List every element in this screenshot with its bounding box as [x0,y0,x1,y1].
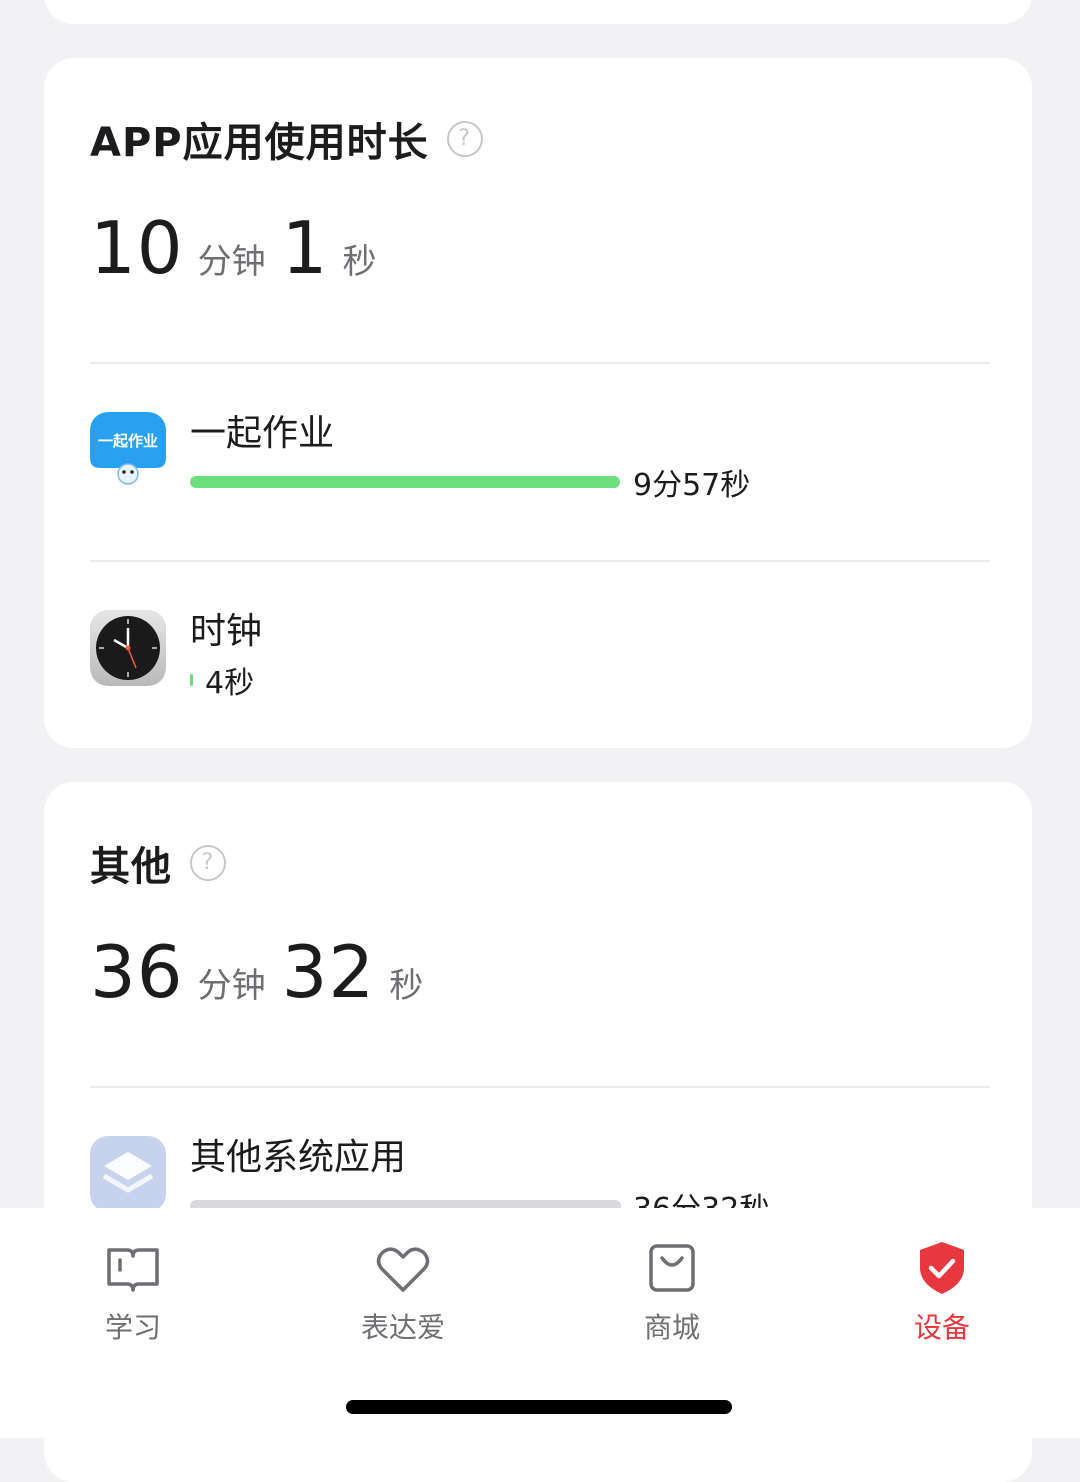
yiqizuoye-app-icon: 一起作业 [90,412,166,488]
app-usage-total-duration: 10 分钟 1 秒 [90,206,392,290]
app-usage-time: 9分57秒 [633,468,751,503]
tab-device[interactable]: 设备 [862,1238,1022,1346]
total-minutes: 36 [90,930,184,1014]
app-name: 一起作业 [190,413,335,454]
app-usage-card: APP应用使用时长 ? 10 分钟 1 秒 一起作业 一起作业 9分57秒 时钟… [44,58,1032,748]
minutes-unit: 分钟 [197,242,266,282]
tab-label: 学习 [104,1311,161,1344]
tab-express-love[interactable]: 表达爱 [323,1238,483,1346]
other-title-text: 其他 [90,844,172,890]
app-usage-title: APP应用使用时长 ? [90,110,483,168]
app-row-yiqizuoye[interactable]: 一起作业 一起作业 9分57秒 [90,412,990,532]
app-name: 其他系统应用 [190,1137,407,1178]
usage-bar-fill [190,674,193,686]
other-total-duration: 36 分钟 32 秒 [90,930,439,1014]
tab-label: 设备 [913,1311,970,1344]
shield-check-icon [920,1242,964,1294]
minutes-unit: 分钟 [197,966,266,1006]
divider [90,362,990,364]
seconds-unit: 秒 [389,966,424,1006]
home-indicator[interactable] [346,1400,732,1414]
clock-app-icon [90,610,166,686]
usage-bar: 4秒 [190,666,254,701]
tab-mall[interactable]: 商城 [592,1238,752,1346]
usage-bar: 9分57秒 [190,468,750,503]
help-icon[interactable]: ? [190,845,226,881]
divider [90,1086,990,1088]
total-seconds: 1 [281,206,329,290]
tab-label: 商城 [643,1311,700,1344]
usage-bar-track [190,476,621,488]
previous-card [44,0,1032,24]
book-icon [107,1248,159,1292]
layers-icon [90,1136,166,1212]
shopping-bag-icon [649,1244,695,1292]
yiqizuoye-icon-text: 一起作业 [97,432,158,450]
usage-bar-track [190,674,193,686]
tab-study[interactable]: 学习 [53,1238,213,1346]
app-usage-title-text: APP应用使用时长 [90,120,429,166]
help-icon[interactable]: ? [446,121,483,157]
divider [90,560,990,562]
seconds-unit: 秒 [342,242,377,282]
app-row-clock[interactable]: 时钟 4秒 [90,610,990,730]
tab-label: 表达爱 [360,1311,445,1344]
other-title: 其他 ? [90,834,226,892]
app-usage-time: 4秒 [205,666,255,701]
usage-bar-fill [190,476,620,488]
total-seconds: 32 [281,930,376,1014]
app-name: 时钟 [190,611,263,652]
heart-icon [376,1247,430,1292]
total-minutes: 10 [90,206,184,290]
